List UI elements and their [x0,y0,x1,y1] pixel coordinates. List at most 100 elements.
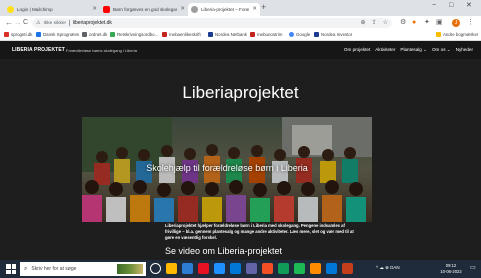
tab-liberia-youtube[interactable]: Børn forgæves en god skolegang | Liberia… [100,3,188,16]
bookmark-item[interactable]: Dansk Sprognævn [36,32,79,37]
divider [69,20,70,26]
nav-item-om-projektet[interactable]: Om projektet [344,47,370,53]
search-placeholder: Skriv her for at søge [31,266,77,272]
bookmark-label: Nordea Investor [321,32,353,37]
forward-button[interactable]: → [14,18,22,28]
system-tray[interactable]: ^ ☁ ⊕ DAN [376,265,400,271]
bookmark-icon [36,32,41,37]
extension-icon[interactable]: ⚙ [400,18,406,28]
file-explorer-icon[interactable] [166,263,177,274]
minimize-button[interactable]: − [432,2,436,9]
search-icon: ⌕ [24,265,28,272]
task-view-icon[interactable] [150,263,161,274]
bookmark-icon [208,32,213,37]
browser-tab-strip: Login | Mailchimp ✕ Børn forgæves en god… [0,0,481,16]
bookmark-icon [162,32,167,37]
app-icon[interactable] [294,263,305,274]
app-icon[interactable] [310,263,321,274]
bookmark-label: Nordea Netbank [215,32,247,37]
bookmark-item[interactable]: ordnet.dk [82,32,107,37]
close-window-button[interactable]: ✕ [466,2,472,9]
site-tagline: Foræddreløse børns skolegang i Liberia [66,47,137,53]
maximize-button[interactable]: □ [449,2,453,9]
globe-favicon-icon [191,6,198,13]
browser-toolbar: ← → C ⚠ Ikke sikker liberiaprojektet.dk … [0,16,481,30]
google-icon [289,32,294,37]
app-icon[interactable] [278,263,289,274]
bookmark-item[interactable]: mebunostrim [250,32,282,37]
word-icon[interactable] [326,263,337,274]
video-link[interactable]: Se video om Liberia-projektet [165,246,282,256]
new-tab-button[interactable]: + [261,3,266,12]
app-icon[interactable] [182,263,193,274]
site-logo[interactable]: LIBERIA PROJEKTET [12,47,65,53]
app-icon[interactable] [262,263,273,274]
url-text[interactable]: liberiaprojektet.dk [73,20,112,26]
bookmark-icon [314,32,319,37]
bookmark-item[interactable]: Nordea Netbank [208,32,247,37]
bookmark-label: Dansk Sprognævn [43,32,80,37]
bookmarks-bar: sprogeti.dk Dansk Sprognævn ordnet.dk Re… [0,30,481,41]
hero-caption: Skolehjælp til forældreløse børn i Liber… [146,163,308,173]
extension-icon[interactable]: ● [412,18,416,28]
weather-widget[interactable] [117,264,143,274]
notification-icon[interactable]: ▭ [470,264,476,271]
tab-title: Login | Mailchimp [17,7,53,12]
bookmark-label: Google [296,32,311,37]
nav-item-nyheder[interactable]: Nyheder [456,47,473,53]
bookmark-icon [250,32,255,37]
bookmark-item[interactable]: sprogeti.dk [4,32,32,37]
bookmark-star-icon[interactable]: ☆ [383,19,388,26]
app-icon[interactable] [230,263,241,274]
puzzle-icon[interactable]: ✦ [424,18,430,28]
omnibox-actions: ⊕ ⇪ ☆ [361,19,388,26]
close-tab-icon[interactable]: ✕ [180,6,185,13]
page-title: Liberiaprojektet [182,83,299,102]
tab-liberiaprojektet[interactable]: Liberia-projektet – Foræddreløse ✕ [188,3,260,16]
bookmark-label: ordnet.dk [89,32,108,37]
intro-text: Liberiaprojektet hjælper forældreløse bø… [165,223,354,240]
close-tab-icon[interactable]: ✕ [92,6,97,13]
app-icon[interactable] [214,263,225,274]
security-label: Ikke sikker [43,20,67,26]
nav-item-plantesalg[interactable]: Plantesalg ⌄ [400,47,427,53]
tab-title: Liberia-projektet – Foræddreløse [201,7,250,12]
folder-icon [436,32,441,37]
web-page: LIBERIA PROJEKTET Foræddreløse børns sko… [0,41,481,260]
share-icon[interactable]: ⇪ [372,19,377,26]
mailchimp-favicon-icon [7,6,14,13]
bookmark-item[interactable]: Retskrivningsordbo... [110,32,158,37]
other-bookmarks-folder[interactable]: Andre bogmærker [436,32,478,37]
bookmark-item[interactable]: Nordea Investor [314,32,352,37]
bookmark-label: mebaenlikeskrift [169,32,201,37]
menu-kebab-icon[interactable]: ⋮ [467,18,474,28]
teams-icon[interactable] [246,263,257,274]
site-header: LIBERIA PROJEKTET Foræddreløse børns sko… [0,41,481,59]
nav-item-aktiviteter[interactable]: Aktiviteter [375,47,395,53]
bookmark-label: mebunostrim [257,32,283,37]
reload-button[interactable]: C [23,18,28,28]
bookmark-icon [110,32,115,37]
bookmark-label: Retskrivningsordbo... [117,32,159,37]
warning-icon: ⚠ [36,20,41,26]
sidebar-icon[interactable]: ▣ [436,18,443,28]
windows-start-icon[interactable] [6,264,16,274]
tab-title: Børn forgæves en god skolegang | Liberia [113,7,177,12]
bookmark-item[interactable]: Google [289,32,310,37]
clock[interactable]: 09:12 10-06-2022 [436,263,466,274]
taskbar-search-input[interactable]: ⌕ Skriv her for at søge [20,262,146,276]
bookmark-icon [4,32,9,37]
address-bar[interactable]: ⚠ Ikke sikker liberiaprojektet.dk ⊕ ⇪ ☆ [32,18,392,28]
bookmark-label: Andre bogmærker [443,32,479,37]
zoom-icon[interactable]: ⊕ [361,19,366,26]
nav-item-om-os[interactable]: Om os ⌄ [432,47,451,53]
back-button[interactable]: ← [5,18,13,28]
taskbar: ⌕ Skriv her for at søge ^ ☁ ⊕ DAN 09:12 … [0,260,481,278]
app-icon[interactable] [198,263,209,274]
avatar[interactable]: J [452,19,460,27]
pdf-icon[interactable] [342,263,353,274]
close-tab-icon[interactable]: ✕ [252,6,257,13]
tab-mailchimp[interactable]: Login | Mailchimp ✕ [4,3,100,16]
bookmark-item[interactable]: mebaenlikeskrift [162,32,201,37]
bookmark-icon [82,32,87,37]
